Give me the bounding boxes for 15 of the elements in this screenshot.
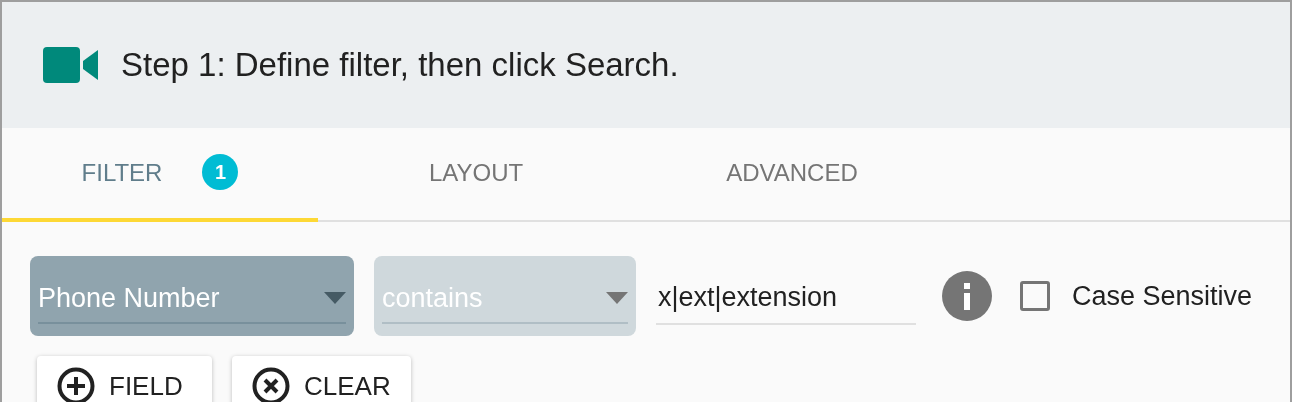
tab[interactable]: LAYOUT: [318, 128, 634, 222]
step-title: Step 1: Define filter, then click Search.: [121, 46, 679, 84]
text-field[interactable]: x|ext|extension: [656, 271, 916, 325]
clear-button[interactable]: CLEAR: [232, 356, 411, 402]
count-badge: 1: [202, 154, 239, 190]
caret-icon: [324, 292, 346, 304]
checkbox-label: Case Sensitive: [1072, 280, 1253, 312]
tab[interactable]: ADVANCED: [634, 128, 950, 222]
caret-icon: [606, 292, 628, 304]
info-icon[interactable]: [942, 271, 992, 321]
add-field-button[interactable]: FIELD: [37, 356, 212, 402]
tab[interactable]: FILTER 1: [2, 128, 318, 222]
dropdown-select[interactable]: Phone Number: [30, 256, 354, 336]
video-camera-icon: [43, 47, 99, 83]
checkbox[interactable]: [1020, 281, 1050, 311]
